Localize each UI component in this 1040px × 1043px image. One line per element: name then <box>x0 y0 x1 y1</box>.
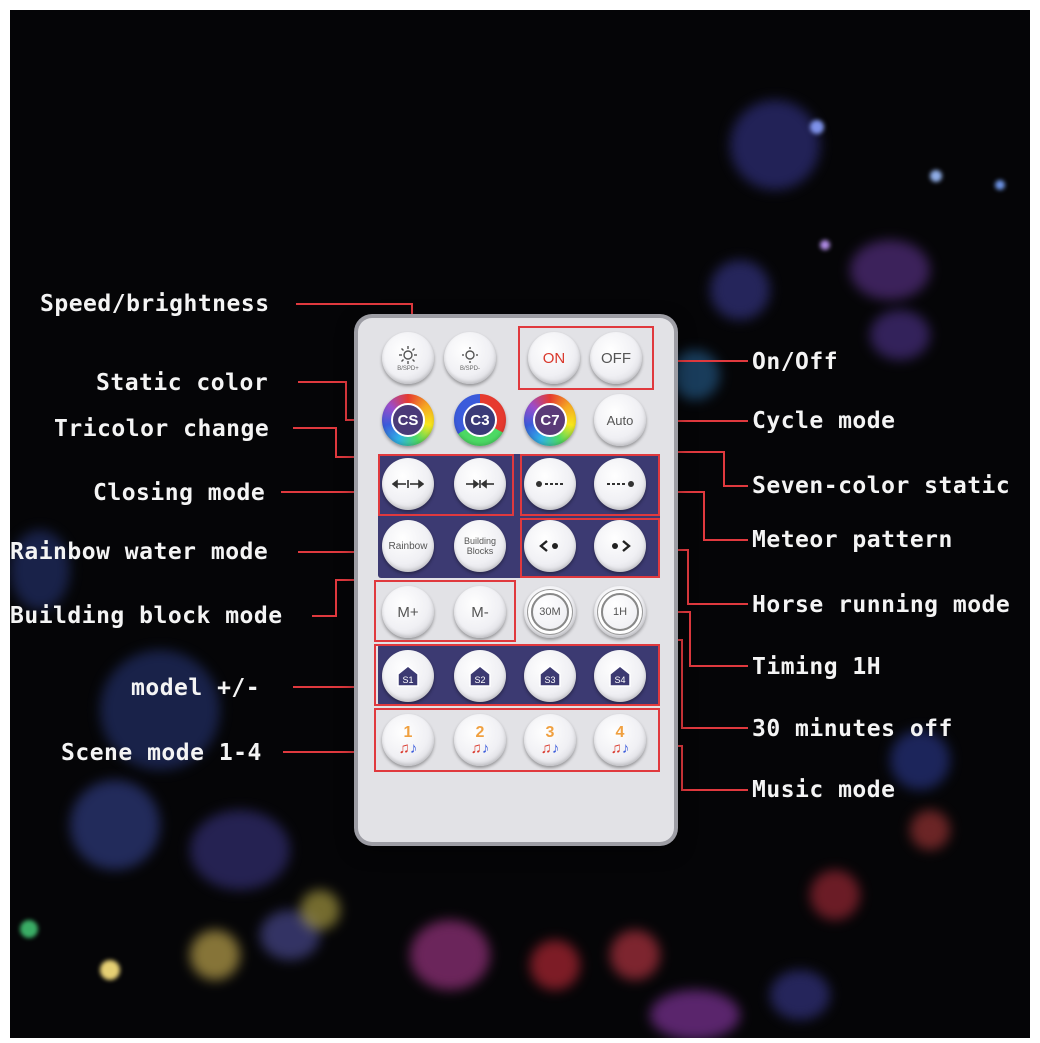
c7-label: C7 <box>533 403 567 437</box>
building-label: Building <box>463 536 497 546</box>
bokeh-light <box>770 970 830 1020</box>
bokeh-light <box>670 350 720 400</box>
seven-color-button[interactable]: C7 <box>524 394 576 446</box>
sun-icon <box>462 346 478 363</box>
label-closing-mode: Closing mode <box>93 480 266 506</box>
rainbow-label: Rainbow <box>388 540 428 552</box>
cs-label: CS <box>391 403 425 437</box>
brightness-down-label: B/SPD- <box>459 365 480 372</box>
timer-30m-label: 30M <box>531 593 569 631</box>
brightness-down-button[interactable]: B/SPD- <box>444 332 496 384</box>
scene-highlight <box>374 644 660 706</box>
cycle-mode-button[interactable]: Auto <box>594 394 646 446</box>
label-speed-brightness: Speed/brightness <box>40 291 270 317</box>
bokeh-light <box>810 870 860 920</box>
tricolor-button[interactable]: C3 <box>454 394 506 446</box>
music-highlight <box>374 708 660 772</box>
rainbow-button[interactable]: Rainbow <box>382 520 434 572</box>
bokeh-light <box>530 940 580 990</box>
label-timing-1h: Timing 1H <box>752 654 882 680</box>
label-30-minutes-off: 30 minutes off <box>752 716 953 742</box>
bokeh-light <box>20 920 38 938</box>
bokeh-light <box>995 180 1005 190</box>
bokeh-light <box>710 260 770 320</box>
meteor-highlight <box>520 454 660 516</box>
label-cycle-mode: Cycle mode <box>752 408 896 434</box>
label-on-off: On/Off <box>752 349 839 375</box>
label-static-color: Static color <box>96 370 269 396</box>
bokeh-light <box>70 780 160 870</box>
bokeh-light <box>820 240 830 250</box>
closing-mode-highlight <box>378 454 514 516</box>
brightness-up-button[interactable]: B/SPD+ <box>382 332 434 384</box>
bokeh-light <box>930 170 942 182</box>
bokeh-light <box>650 990 740 1038</box>
static-color-button[interactable]: CS <box>382 394 434 446</box>
bokeh-light <box>610 930 660 980</box>
label-seven-color-static: Seven-color static <box>752 473 1011 499</box>
bokeh-light <box>730 100 820 190</box>
building-blocks-button[interactable]: Building Blocks <box>454 520 506 572</box>
horse-running-highlight <box>520 518 660 578</box>
remote-control: B/SPD+ B/SPD- ON OFF CS C3 C7 Auto Rainb… <box>358 318 674 842</box>
sun-icon <box>399 345 417 364</box>
bokeh-light <box>810 120 824 134</box>
bokeh-light <box>300 890 340 930</box>
bokeh-light <box>870 310 930 360</box>
label-scene-mode: Scene mode 1-4 <box>61 740 262 766</box>
label-music-mode: Music mode <box>752 777 896 803</box>
bokeh-light <box>100 960 120 980</box>
bokeh-light <box>850 240 930 300</box>
label-rainbow-water-mode: Rainbow water mode <box>10 539 269 565</box>
bokeh-light <box>910 810 950 850</box>
blocks-label: Blocks <box>466 546 494 556</box>
timer-1h-button[interactable]: 1H <box>594 586 646 638</box>
bokeh-light <box>410 920 490 990</box>
label-tricolor-change: Tricolor change <box>54 416 270 442</box>
on-off-highlight <box>518 326 654 390</box>
mode-plus-minus-highlight <box>374 580 516 642</box>
c3-label: C3 <box>463 403 497 437</box>
bokeh-light <box>190 930 240 980</box>
brightness-up-label: B/SPD+ <box>397 365 419 372</box>
label-horse-running-mode: Horse running mode <box>752 592 1011 618</box>
label-building-block-mode: Building block mode <box>10 603 283 629</box>
label-model-plus-minus: model +/- <box>131 675 261 701</box>
timer-30m-button[interactable]: 30M <box>524 586 576 638</box>
bokeh-light <box>190 810 290 890</box>
auto-label: Auto <box>606 412 634 428</box>
timer-1h-label: 1H <box>601 593 639 631</box>
label-meteor-pattern: Meteor pattern <box>752 527 953 553</box>
